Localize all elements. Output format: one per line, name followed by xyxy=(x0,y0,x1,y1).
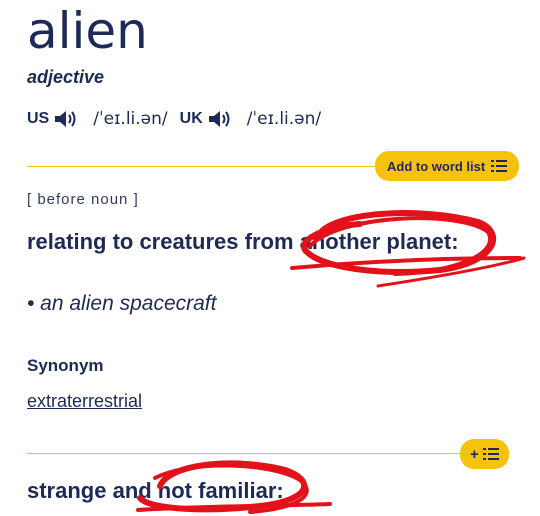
synonym-heading: Synonym xyxy=(27,356,104,375)
region-us: US xyxy=(27,110,50,127)
add-to-word-list-small-button[interactable]: + xyxy=(460,439,509,469)
divider xyxy=(27,453,467,454)
region-uk: UK xyxy=(179,110,203,127)
plus-label: + xyxy=(470,445,479,463)
headword: alien xyxy=(27,2,148,60)
divider xyxy=(27,166,387,167)
pronunciation-row: US /ˈeɪ.li.ən/ UK /ˈeɪ.li.ən/ xyxy=(27,108,333,130)
part-of-speech: adjective xyxy=(27,67,105,87)
ipa-us: /ˈeɪ.li.ən/ xyxy=(93,109,168,129)
add-to-word-list-button[interactable]: Add to word list xyxy=(375,151,520,181)
speaker-icon[interactable] xyxy=(53,108,79,130)
grammar-label: [ before noun ] xyxy=(27,191,139,208)
speaker-icon[interactable] xyxy=(207,108,233,130)
synonym-link[interactable]: extraterrestrial xyxy=(27,391,142,412)
definition-2: strange and not familiar: xyxy=(27,478,284,503)
definition-1: relating to creatures from another plane… xyxy=(27,229,459,254)
list-icon xyxy=(491,159,508,173)
example-sentence: • an alien spacecraft xyxy=(27,292,217,315)
add-to-word-list-label: Add to word list xyxy=(387,158,486,174)
list-icon xyxy=(482,447,499,461)
ipa-uk: /ˈeɪ.li.ən/ xyxy=(246,109,322,129)
